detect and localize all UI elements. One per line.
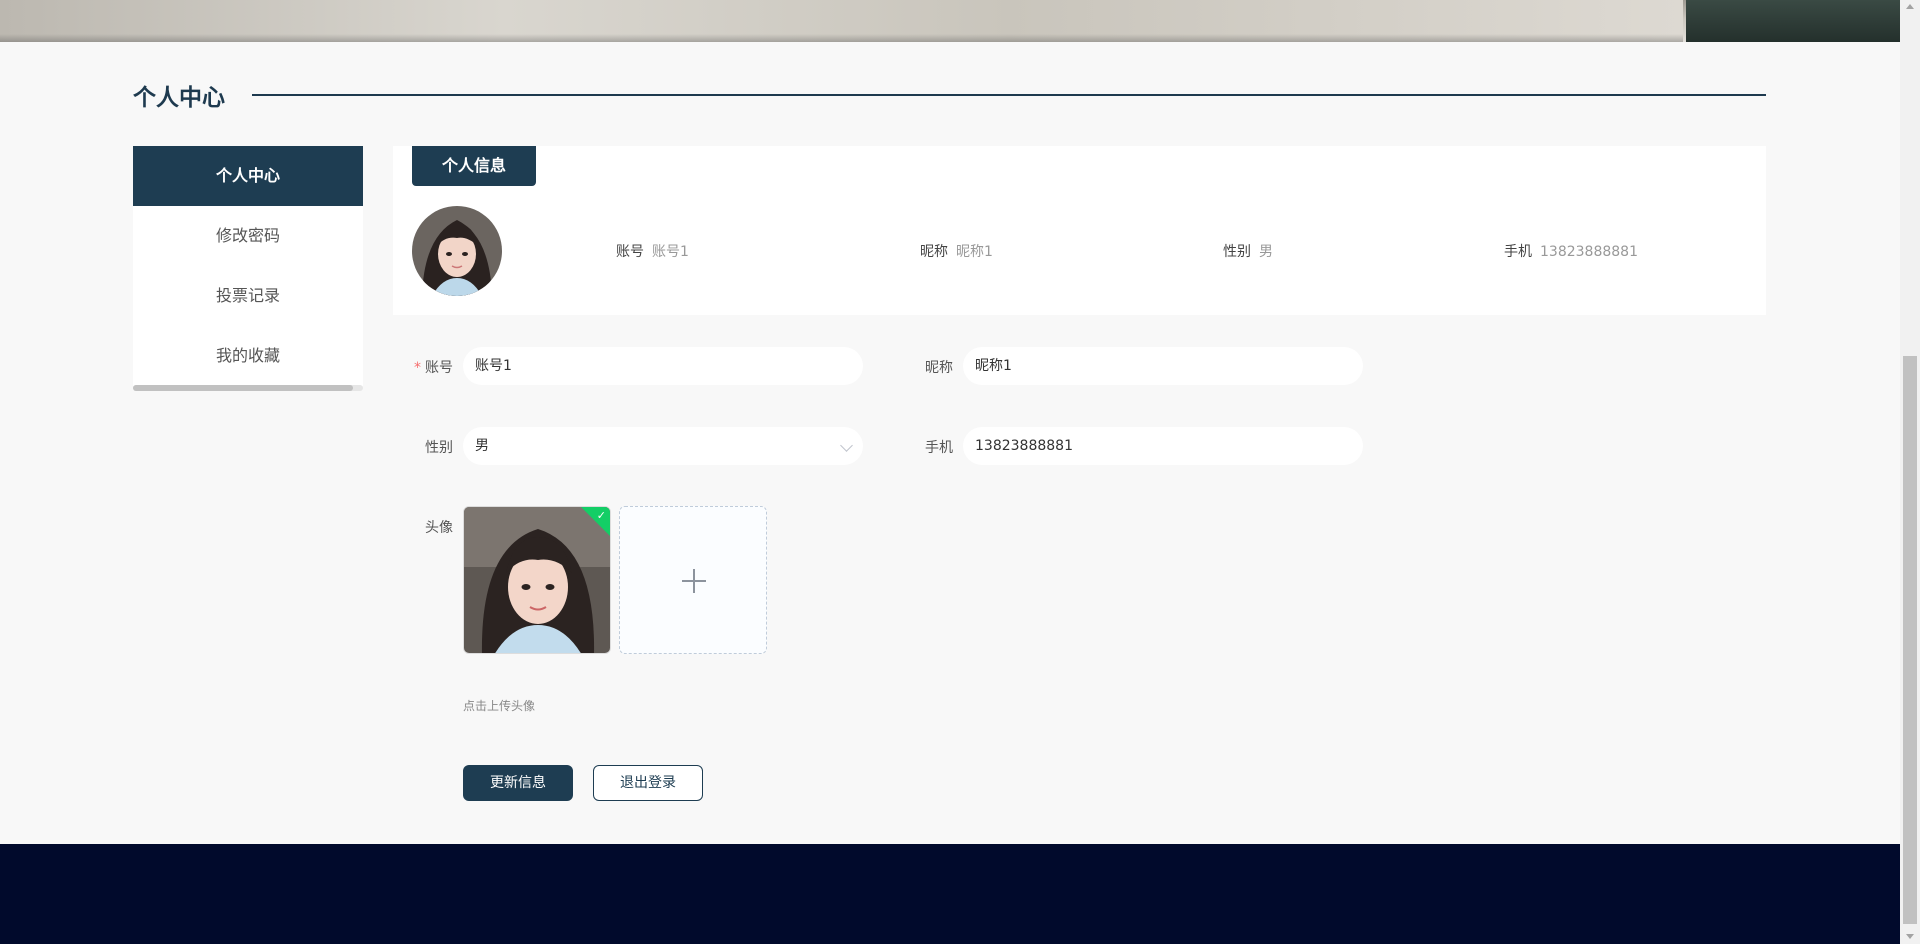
- info-account: 账号 账号1: [616, 241, 689, 261]
- sidebar-item-vote-records[interactable]: 投票记录: [133, 266, 363, 326]
- sidebar-item-profile[interactable]: 个人中心: [133, 146, 363, 206]
- phone-input[interactable]: 13823888881: [963, 427, 1363, 465]
- update-info-button[interactable]: 更新信息: [463, 765, 573, 801]
- page-footer: [0, 844, 1900, 944]
- banner-photo-right: [1686, 0, 1900, 42]
- info-phone-label: 手机: [1504, 244, 1532, 260]
- account-label-text: 账号: [425, 360, 453, 376]
- scroll-up-arrow-icon[interactable]: [1906, 4, 1914, 9]
- logout-button[interactable]: 退出登录: [593, 765, 703, 801]
- upload-tip: 点击上传头像: [463, 699, 536, 713]
- info-nickname-label: 昵称: [920, 244, 948, 260]
- info-account-label: 账号: [616, 244, 644, 260]
- nickname-input[interactable]: 昵称1: [963, 347, 1363, 385]
- sidebar-item-change-password[interactable]: 修改密码: [133, 206, 363, 266]
- account-field-label: * 账号: [393, 357, 453, 377]
- info-tab: 个人信息: [412, 146, 536, 186]
- phone-field-label: 手机: [925, 440, 953, 456]
- chevron-down-icon: [840, 439, 853, 452]
- avatar-upload-button[interactable]: [619, 506, 767, 654]
- scroll-down-arrow-icon[interactable]: [1906, 934, 1914, 939]
- info-phone: 手机 13823888881: [1504, 241, 1638, 261]
- banner-photo-left: [0, 0, 1683, 42]
- plus-icon-vertical: [693, 569, 695, 593]
- sidebar-scrollbar-thumb[interactable]: [133, 385, 353, 391]
- info-nickname-value: 昵称1: [956, 244, 993, 260]
- info-gender: 性别男: [1223, 241, 1273, 261]
- title-divider: [252, 94, 1766, 96]
- page-scrollbar[interactable]: [1900, 0, 1920, 944]
- avatar-field-label: 头像: [425, 520, 453, 536]
- sidebar-scrollbar[interactable]: [133, 385, 363, 391]
- top-banner-image: [0, 0, 1900, 42]
- required-mark: *: [414, 360, 421, 376]
- avatar: [412, 206, 502, 296]
- gender-field-label: 性别: [425, 440, 453, 456]
- info-nickname: 昵称 昵称1: [920, 241, 993, 261]
- gender-select[interactable]: 男: [463, 427, 863, 465]
- sidebar-item-favorites[interactable]: 我的收藏: [133, 326, 363, 386]
- nickname-field-label: 昵称: [925, 360, 953, 376]
- uploaded-avatar-image[interactable]: ✓: [463, 506, 611, 654]
- info-gender-value: 男: [1259, 244, 1273, 260]
- page-title: 个人中心: [133, 85, 225, 111]
- check-icon: ✓: [596, 509, 606, 522]
- info-gender-label: 性别: [1223, 244, 1251, 260]
- info-account-value: 账号1: [652, 244, 689, 260]
- account-input[interactable]: 账号1: [463, 347, 863, 385]
- profile-info-card: 个人信息 账号 账号1 昵称 昵称1 性别男 手机 13823888881: [393, 146, 1766, 315]
- sidebar-menu: 个人中心 修改密码 投票记录 我的收藏: [133, 146, 363, 386]
- gender-select-value: 男: [475, 438, 489, 454]
- page-scrollbar-thumb[interactable]: [1903, 356, 1917, 924]
- info-phone-value: 13823888881: [1540, 244, 1638, 260]
